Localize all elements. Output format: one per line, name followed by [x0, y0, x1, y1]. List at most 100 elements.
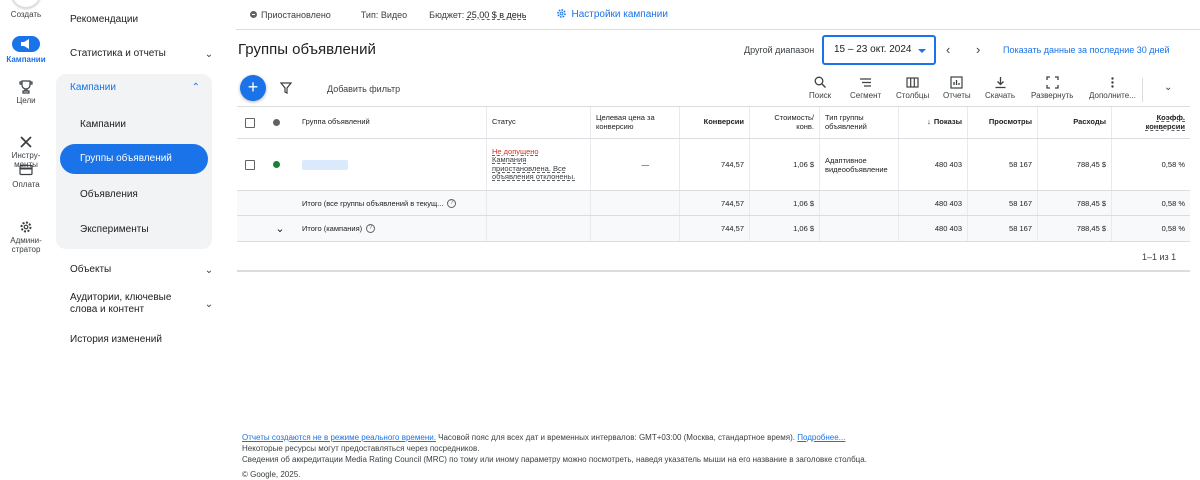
nav-stats[interactable]: Статистика и отчеты ⌄: [56, 48, 216, 60]
ad-group-name-redacted[interactable]: [302, 159, 348, 170]
chevron-down-icon: ⌄: [204, 298, 214, 310]
nav-sub-ads[interactable]: Объявления: [80, 189, 138, 200]
add-button[interactable]: +: [240, 75, 266, 101]
search-tool[interactable]: Поиск: [809, 76, 831, 100]
chevron-down-icon: ⌄: [204, 264, 214, 276]
filter-icon[interactable]: [279, 81, 293, 99]
expand-total-cell: ⌄: [263, 216, 297, 241]
timezone-text: Часовой пояс для всех дат и временных ин…: [435, 433, 798, 442]
nav-campaigns-label: Кампании: [70, 82, 116, 93]
columns-tool[interactable]: Столбцы: [896, 76, 929, 100]
select-all-checkbox[interactable]: [245, 117, 255, 128]
segment-tool-label: Сегмент: [850, 91, 882, 100]
status-detail[interactable]: Кампания приостановлена. Все объявления …: [492, 155, 585, 182]
total-campaign-label-cell: Итого (кампания) ?: [297, 216, 486, 241]
col-group-header[interactable]: Группа объявлений: [297, 107, 486, 138]
collapse-toolbar-button[interactable]: ⌄: [1164, 82, 1172, 93]
more-tool[interactable]: Дополните...: [1089, 76, 1136, 100]
type-info: Тип: Видео: [361, 10, 407, 20]
add-filter-button[interactable]: Добавить фильтр: [327, 84, 400, 94]
chevron-right-icon: ›: [976, 42, 981, 57]
nav-sub-campaigns[interactable]: Кампании: [80, 119, 126, 130]
chevron-down-icon[interactable]: ⌄: [275, 222, 284, 235]
enabled-dot-icon[interactable]: [272, 161, 280, 168]
nav-stats-label: Статистика и отчеты: [70, 48, 166, 59]
chevron-left-icon: ‹: [946, 42, 951, 57]
col-cost-conv-header[interactable]: Стоимость/ конв.: [749, 107, 819, 138]
row-views-cell: 58 167: [967, 139, 1037, 190]
next-period-button[interactable]: ›: [976, 42, 980, 57]
footer-line-1: Отчеты создаются не в режиме реального в…: [242, 432, 867, 443]
last-30-days-link[interactable]: Показать данные за последние 30 дней: [1003, 45, 1170, 55]
rail-admin-label: Админи- стратор: [10, 236, 42, 254]
expand-tool[interactable]: Развернуть: [1031, 76, 1073, 100]
rail-goals-label: Цели: [16, 96, 36, 105]
col-status-header[interactable]: Статус: [486, 107, 590, 138]
rail-campaigns[interactable]: Кампании: [0, 36, 52, 64]
nav-history[interactable]: История изменений: [70, 334, 162, 345]
col-conv-header[interactable]: Конверсии: [679, 107, 749, 138]
chevron-up-icon: ⌃: [191, 82, 200, 93]
create-button[interactable]: Создать: [0, 0, 52, 19]
reports-tool[interactable]: Отчеты: [943, 76, 971, 100]
nav-sub-experiments[interactable]: Эксперименты: [80, 224, 149, 235]
total-campaign-type-cell: [819, 216, 898, 241]
campaign-settings-link[interactable]: Настройки кампании: [556, 8, 668, 22]
col-type-header[interactable]: Тип группы объявлений: [819, 107, 898, 138]
total-status-cell: [486, 191, 590, 215]
not-realtime-link[interactable]: Отчеты создаются не в режиме реального в…: [242, 433, 436, 442]
campaign-settings-label: Настройки кампании: [571, 9, 668, 20]
type-value: Видео: [380, 9, 408, 20]
date-range-label: Другой диапазон: [744, 45, 815, 55]
total-campaign-label: Итого (кампания): [302, 224, 363, 233]
more-info-link[interactable]: Подробнее...: [797, 433, 845, 442]
fullscreen-icon: [1046, 76, 1059, 89]
col-impr-header[interactable]: ↓ Показы: [898, 107, 967, 138]
row-checkbox[interactable]: [245, 159, 255, 170]
columns-icon: [906, 77, 919, 88]
total-type-cell: [819, 191, 898, 215]
rail-tools[interactable]: Инстру- менты: [0, 117, 52, 169]
more-vert-icon: [1111, 77, 1114, 88]
nav-objects[interactable]: Объекты ⌄: [56, 264, 216, 276]
rail-billing[interactable]: Оплата: [0, 164, 52, 189]
search-tool-label: Поиск: [809, 91, 832, 100]
row-target-cell: —: [590, 139, 679, 190]
help-icon[interactable]: ?: [366, 224, 376, 233]
create-icon: [11, 0, 41, 8]
rail-goals[interactable]: Цели: [0, 80, 52, 105]
budget-value[interactable]: 25,00 $ в день: [467, 10, 527, 20]
col-target-header[interactable]: Целевая цена за конверсию: [590, 107, 679, 138]
status-dot-icon: [272, 119, 280, 126]
page-footer: Отчеты создаются не в режиме реального в…: [242, 432, 867, 480]
download-tool[interactable]: Скачать: [985, 76, 1015, 100]
nav-recommendations[interactable]: Рекомендации: [70, 14, 138, 25]
table-header-row: Группа объявлений Статус Целевая цена за…: [237, 107, 1190, 139]
col-cost-header[interactable]: Расходы: [1037, 107, 1111, 138]
type-label: Тип:: [360, 9, 379, 20]
tools-icon: [0, 126, 52, 148]
download-icon: [995, 77, 1005, 89]
rail-admin[interactable]: Админи- стратор: [0, 202, 52, 254]
trophy-icon: [0, 80, 52, 94]
col-conv-rate-header[interactable]: Коэфф. конверсии: [1111, 107, 1190, 138]
select-all-cell: [237, 107, 263, 138]
prev-period-button[interactable]: ‹: [946, 42, 950, 57]
nav-campaigns[interactable]: Кампании ⌃: [56, 82, 212, 93]
total-campaign-conv-cell: 744,57: [679, 216, 749, 241]
total-views-cell: 58 167: [967, 191, 1037, 215]
nav-audiences[interactable]: Аудитории, ключевые слова и контент ⌄: [56, 292, 216, 316]
nav-sub-ad-groups[interactable]: Группы объявлений: [60, 144, 208, 174]
col-views-header[interactable]: Просмотры: [967, 107, 1037, 138]
nav-objects-label: Объекты: [70, 264, 112, 275]
megaphone-icon: [12, 36, 40, 52]
help-icon[interactable]: ?: [447, 198, 457, 208]
chevron-down-icon: ⌄: [1164, 82, 1173, 93]
row-group-name-cell: [297, 139, 486, 190]
total-campaign-status-cell: [486, 216, 590, 241]
segment-tool[interactable]: Сегмент: [850, 76, 881, 100]
total-conv-rate-cell: 0,58 %: [1111, 191, 1190, 215]
expand-tool-label: Развернуть: [1031, 91, 1074, 100]
date-range-picker[interactable]: 15 – 23 окт. 2024: [822, 35, 936, 65]
footer-line-2: Некоторые ресурсы могут предоставляться …: [242, 444, 480, 453]
